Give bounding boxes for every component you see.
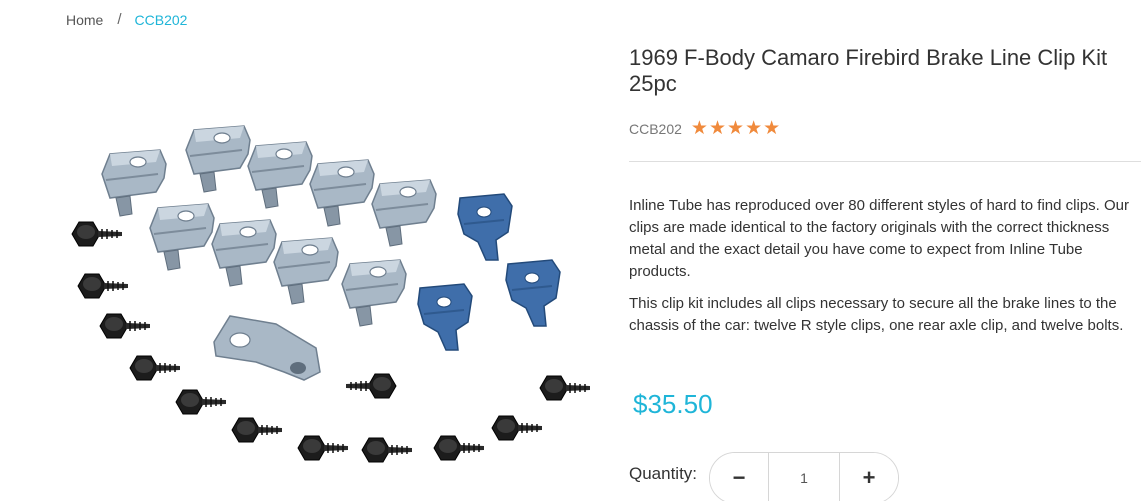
quantity-row: Quantity: − + [629, 452, 900, 501]
product-title: 1969 F-Body Camaro Firebird Brake Line C… [629, 45, 1108, 96]
product-sku: CCB202 [629, 120, 682, 137]
product-meta: CCB202 ★ ★ ★ ★ ★ [629, 119, 781, 138]
description-paragraph: Inline Tube has reproduced over 80 diffe… [629, 197, 1130, 280]
breadcrumb-separator: / [117, 11, 122, 28]
breadcrumb-current: CCB202 [134, 11, 188, 28]
star-rating[interactable]: ★ ★ ★ ★ ★ [691, 119, 781, 138]
quantity-stepper: − + [709, 452, 900, 501]
breadcrumb-home-link[interactable]: Home [66, 12, 103, 28]
product-description: Inline Tube has reproduced over 80 diffe… [629, 195, 1141, 347]
quantity-label: Quantity: [629, 464, 698, 483]
rear-axle-clip [213, 315, 321, 381]
star-icon: ★ [745, 118, 763, 139]
brake-line-clip-kit-photo [71, 125, 591, 463]
product-price: $35.50 [633, 389, 713, 419]
product-image[interactable] [60, 110, 591, 501]
quantity-input[interactable] [768, 453, 841, 501]
description-paragraph: This clip kit includes all clips necessa… [629, 295, 1124, 334]
star-icon: ★ [727, 118, 745, 139]
star-icon: ★ [763, 118, 781, 139]
divider [629, 161, 1141, 162]
breadcrumb: Home / CCB202 [66, 11, 187, 28]
plus-button[interactable]: + [840, 453, 899, 501]
star-icon: ★ [708, 118, 727, 139]
minus-button[interactable]: − [710, 453, 769, 501]
star-icon: ★ [690, 118, 708, 139]
